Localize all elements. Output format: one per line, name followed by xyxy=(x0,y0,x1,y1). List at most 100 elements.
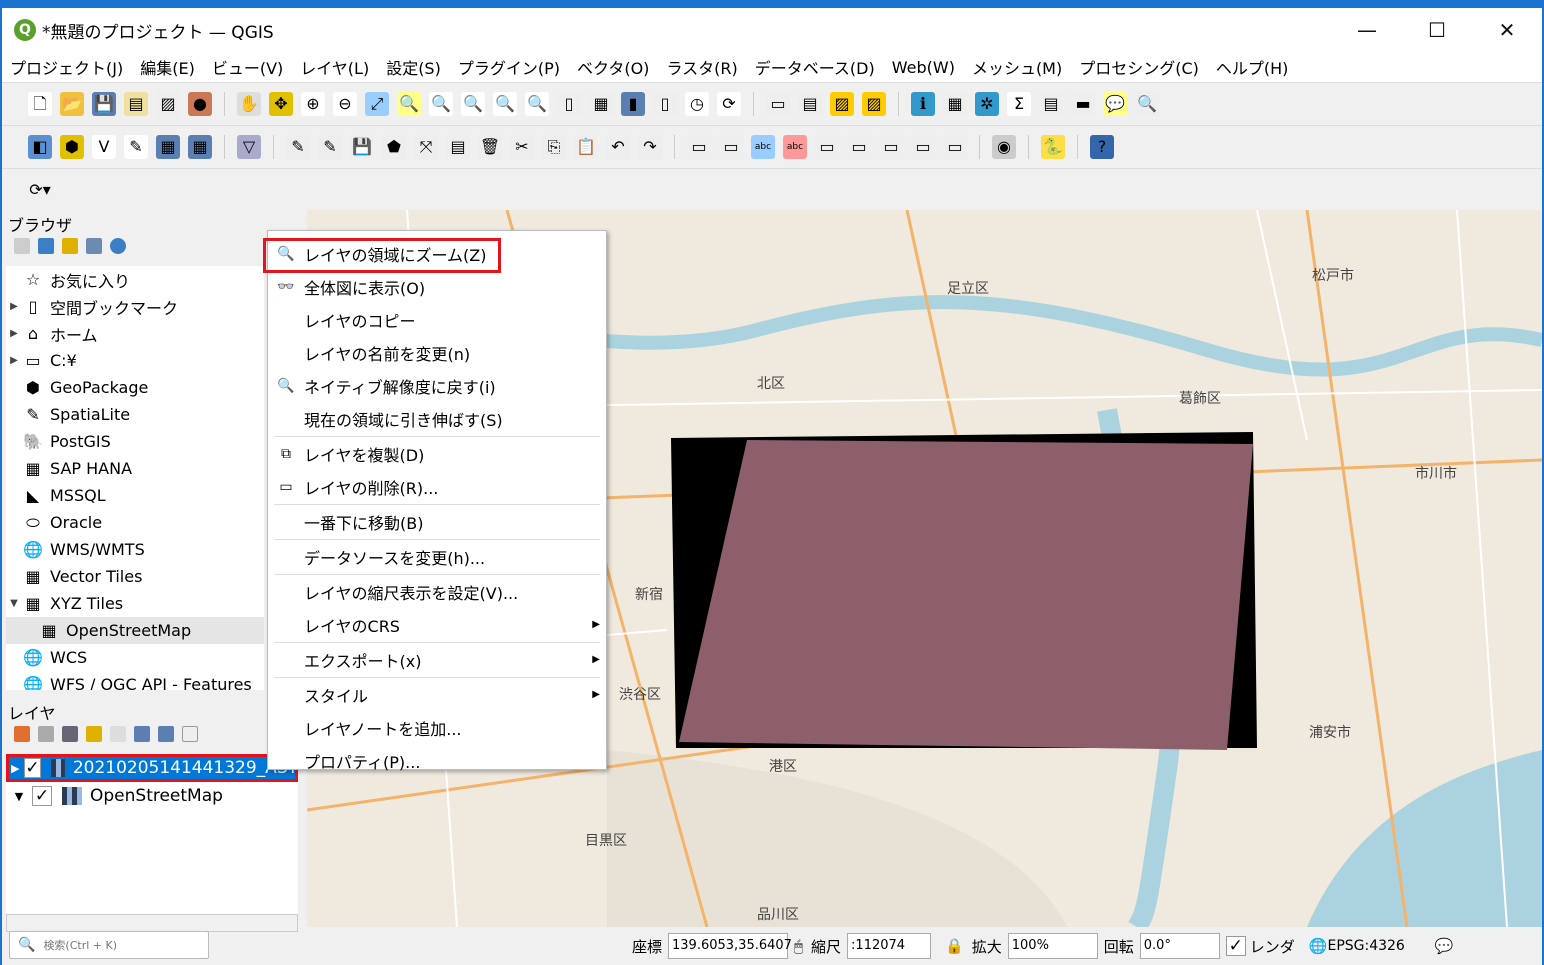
context-menu-item[interactable]: 一番下に移動(B) xyxy=(268,505,606,538)
delete-icon[interactable]: 🗑 xyxy=(478,135,502,159)
expand-arrow-icon[interactable]: ▶ xyxy=(6,355,22,366)
filter-icon[interactable] xyxy=(86,726,102,742)
data-source-manager-icon[interactable]: ◧ xyxy=(28,135,52,159)
context-menu-item[interactable]: レイヤノートを追加... xyxy=(268,711,606,744)
select-location-icon[interactable]: ▨ xyxy=(862,92,886,116)
statistics-icon[interactable]: Σ xyxy=(1007,92,1031,116)
vertex-tool-icon[interactable]: ⤧ xyxy=(414,135,438,159)
annotation-icon[interactable]: 💬 xyxy=(1103,92,1127,116)
expand-all-icon[interactable] xyxy=(134,726,150,742)
new-bookmark-icon[interactable]: ▮ xyxy=(621,92,645,116)
browser-item[interactable]: ⬢ GeoPackage xyxy=(6,374,264,401)
expand-arrow-icon[interactable]: ▶ xyxy=(6,328,22,339)
expression-icon[interactable] xyxy=(110,726,126,742)
refresh-icon[interactable]: ⟳ xyxy=(717,92,741,116)
context-menu-item[interactable]: 🔍 ネイティブ解像度に戻す(i) xyxy=(268,369,606,402)
label-pin-icon[interactable]: ▭ xyxy=(719,135,743,159)
minimize-button[interactable]: — xyxy=(1332,8,1402,52)
add-feature-icon[interactable]: ⬟ xyxy=(382,135,406,159)
pan-to-selection-icon[interactable]: ✥ xyxy=(269,92,293,116)
browser-item[interactable]: ◣ MSSQL xyxy=(6,482,264,509)
context-menu-item[interactable]: レイヤの名前を変更(n) xyxy=(268,336,606,369)
layout-manager-icon[interactable]: ▨ xyxy=(156,92,180,116)
current-edits-icon[interactable]: ✎ xyxy=(286,135,310,159)
context-menu-item[interactable]: ▭ レイヤの削除(R)... xyxy=(268,470,606,503)
collapse-icon[interactable] xyxy=(86,238,102,254)
menu-item[interactable]: ビュー(V) xyxy=(212,55,283,79)
zoom-full-icon[interactable]: ⤢ xyxy=(365,92,389,116)
settings-icon[interactable]: ✲ xyxy=(975,92,999,116)
deselect-icon[interactable]: ▨ xyxy=(830,92,854,116)
context-menu-item[interactable]: レイヤの縮尺表示を設定(V)... xyxy=(268,575,606,608)
context-menu-item[interactable]: プロパティ(P)... xyxy=(268,744,606,777)
new-project-icon[interactable]: 🗋 xyxy=(28,92,52,116)
paste-icon[interactable]: 📋 xyxy=(574,135,598,159)
label-rotate-icon[interactable]: ▭ xyxy=(847,135,871,159)
browser-item[interactable]: ☆ お気に入り xyxy=(6,266,264,293)
browser-item[interactable]: ✎ SpatiaLite xyxy=(6,401,264,428)
browser-item[interactable]: 🌐 WFS / OGC API - Features xyxy=(6,671,264,691)
new-shapefile-icon[interactable]: V xyxy=(92,135,116,159)
label-abc-icon[interactable]: abc xyxy=(751,135,775,159)
new-3d-view-icon[interactable]: ▦ xyxy=(589,92,613,116)
context-menu-item[interactable]: データソースを変更(h)... xyxy=(268,540,606,573)
python-icon[interactable]: 🐍 xyxy=(1041,135,1065,159)
rotation-field[interactable]: 0.0° xyxy=(1139,933,1220,959)
context-menu-item[interactable]: 👓 全体図に表示(O) xyxy=(268,270,606,303)
browser-item[interactable]: 🌐 WCS xyxy=(6,644,264,671)
zoom-next-icon[interactable]: 🔍 xyxy=(525,92,549,116)
menu-item[interactable]: 編集(E) xyxy=(140,55,195,79)
style-manager-icon[interactable]: ● xyxy=(188,92,212,116)
menu-item[interactable]: 設定(S) xyxy=(386,55,441,79)
save-project-icon[interactable]: 💾 xyxy=(92,92,116,116)
cut-icon[interactable]: ✂ xyxy=(510,135,534,159)
modify-attributes-icon[interactable]: ▤ xyxy=(446,135,470,159)
browser-item[interactable]: ▶ ▭ C:¥ xyxy=(6,347,264,374)
browser-item[interactable]: ▦ OpenStreetMap xyxy=(6,617,264,644)
zoom-selection-icon[interactable]: 🔍 xyxy=(397,92,421,116)
layer-visibility-checkbox[interactable]: ✓ xyxy=(24,758,41,778)
scale-field[interactable]: :112074 xyxy=(847,933,932,959)
close-button[interactable]: ✕ xyxy=(1472,8,1542,52)
layer-item[interactable]: ▶ ✓ 20210205141441329_AST xyxy=(6,754,298,782)
menu-item[interactable]: Web(W) xyxy=(892,58,955,77)
context-menu-item[interactable]: ⧉ レイヤを複製(D) xyxy=(268,437,606,470)
layer-visibility-checkbox[interactable]: ✓ xyxy=(32,786,52,806)
toggle-editing-icon[interactable]: ✎ xyxy=(318,135,342,159)
zoom-in-icon[interactable]: ⊕ xyxy=(301,92,325,116)
context-menu-item[interactable]: スタイル ▶ xyxy=(268,678,606,711)
label-move-icon[interactable]: ▭ xyxy=(815,135,839,159)
expand-arrow-icon[interactable]: ▶ xyxy=(6,762,24,775)
help-icon[interactable]: ? xyxy=(1090,135,1114,159)
label-icon[interactable]: ▭ xyxy=(687,135,711,159)
save-edits-icon[interactable]: 💾 xyxy=(350,135,374,159)
temporal-icon[interactable]: ◷ xyxy=(685,92,709,116)
zoom-last-icon[interactable]: 🔍 xyxy=(493,92,517,116)
magnifier-field[interactable]: 100% xyxy=(1007,933,1098,959)
open-project-icon[interactable]: 📂 xyxy=(60,92,84,116)
menu-item[interactable]: プロジェクト(J) xyxy=(10,55,123,79)
refresh-icon[interactable] xyxy=(38,238,54,254)
context-menu-item[interactable]: 現在の領域に引き伸ばす(S) xyxy=(268,402,606,435)
messages-icon[interactable]: 💬 xyxy=(1435,937,1454,955)
remove-layer-icon[interactable] xyxy=(182,726,198,742)
zoom-layer-icon[interactable]: 🔍 xyxy=(429,92,453,116)
layer-item[interactable]: ▼ ✓ OpenStreetMap xyxy=(6,782,298,810)
zoom-native-icon[interactable]: 🔍 xyxy=(461,92,485,116)
expand-arrow-icon[interactable]: ▶ xyxy=(6,301,22,312)
measure-icon[interactable]: ▬ xyxy=(1071,92,1095,116)
browser-item[interactable]: ▦ SAP HANA xyxy=(6,455,264,482)
add-layer-icon[interactable] xyxy=(14,238,30,254)
expand-arrow-icon[interactable]: ▼ xyxy=(6,598,22,609)
browser-item[interactable]: ▦ Vector Tiles xyxy=(6,563,264,590)
browser-item[interactable]: ⬭ Oracle xyxy=(6,509,264,536)
browser-item[interactable]: ▶ ⌂ ホーム xyxy=(6,320,264,347)
new-print-layout-icon[interactable]: ▤ xyxy=(124,92,148,116)
browser-item[interactable]: ▼ ▦ XYZ Tiles xyxy=(6,590,264,617)
browser-item[interactable]: 🐘 PostGIS xyxy=(6,428,264,455)
menu-item[interactable]: ベクタ(O) xyxy=(577,55,649,79)
new-spatialite-icon[interactable]: ✎ xyxy=(124,135,148,159)
maximize-button[interactable]: ☐ xyxy=(1402,8,1472,52)
coordinate-field[interactable]: 139.6053,35.6407 xyxy=(668,933,792,959)
table-icon[interactable]: ▤ xyxy=(1039,92,1063,116)
